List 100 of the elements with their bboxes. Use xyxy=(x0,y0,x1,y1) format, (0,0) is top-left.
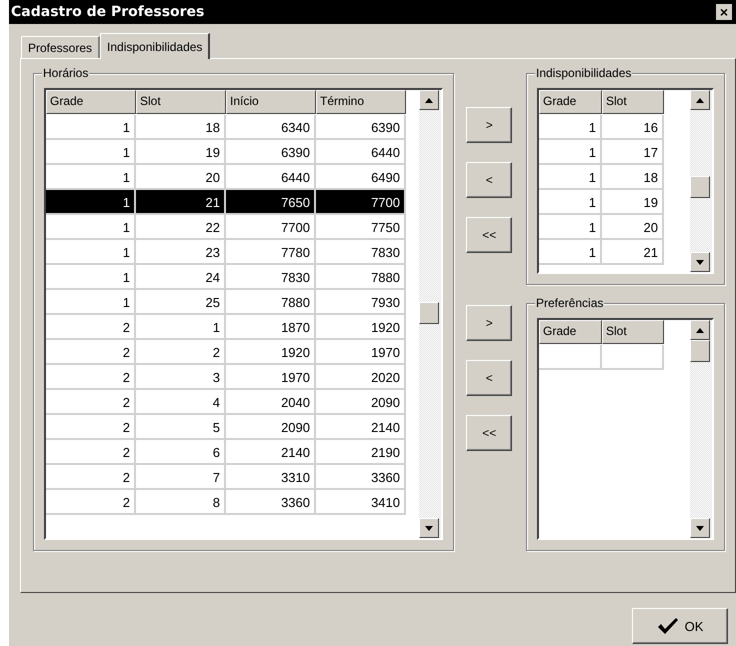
scroll-down-button[interactable] xyxy=(419,518,440,538)
table-cell[interactable]: 1 xyxy=(46,240,136,265)
table-cell[interactable]: 6 xyxy=(136,440,226,465)
table-cell[interactable]: 2 xyxy=(46,340,136,365)
table-cell[interactable]: 6390 xyxy=(226,140,316,165)
table-cell[interactable]: 4 xyxy=(136,390,226,415)
table-cell[interactable]: 16 xyxy=(602,115,664,140)
table-cell[interactable]: 2 xyxy=(46,315,136,340)
table-cell[interactable]: 25 xyxy=(136,290,226,315)
table-cell[interactable]: 5 xyxy=(136,415,226,440)
move-button[interactable]: < xyxy=(466,360,512,396)
table-cell[interactable]: 7830 xyxy=(226,265,316,290)
table-cell[interactable]: 7780 xyxy=(226,240,316,265)
table-cell[interactable]: 7930 xyxy=(316,290,406,315)
table-cell[interactable]: 3310 xyxy=(226,465,316,490)
table-cell[interactable]: 1 xyxy=(46,215,136,240)
move-button[interactable]: << xyxy=(466,415,512,451)
table-cell[interactable]: 1 xyxy=(46,190,136,215)
table-cell[interactable]: 1 xyxy=(539,140,602,165)
table-cell[interactable]: 6390 xyxy=(316,115,406,140)
table-cell[interactable]: 7700 xyxy=(316,190,406,215)
table-cell[interactable]: 2 xyxy=(46,440,136,465)
table-cell[interactable]: 2090 xyxy=(226,415,316,440)
table-cell[interactable]: 1 xyxy=(539,115,602,140)
scroll-down-button[interactable] xyxy=(690,252,710,272)
table-cell[interactable]: 18 xyxy=(602,165,664,190)
tab[interactable]: Indisponibilidades xyxy=(100,33,210,59)
column-header[interactable]: Slot xyxy=(602,90,664,114)
move-button[interactable]: << xyxy=(466,217,512,253)
table-cell[interactable]: 1920 xyxy=(316,315,406,340)
table-cell[interactable]: 7880 xyxy=(226,290,316,315)
column-header[interactable]: Término xyxy=(316,90,406,114)
table-cell[interactable]: 6340 xyxy=(226,115,316,140)
column-header[interactable]: Grade xyxy=(539,90,602,114)
table-cell[interactable]: 1870 xyxy=(226,315,316,340)
table-cell[interactable]: 7700 xyxy=(226,215,316,240)
move-button[interactable]: > xyxy=(466,305,512,341)
table-cell[interactable]: 17 xyxy=(602,140,664,165)
table-cell[interactable]: 2190 xyxy=(316,440,406,465)
column-header[interactable]: Início xyxy=(226,90,316,114)
table-cell[interactable]: 1970 xyxy=(316,340,406,365)
table-cell[interactable]: 2 xyxy=(136,340,226,365)
table-cell[interactable]: 6490 xyxy=(316,165,406,190)
table-cell[interactable]: 1920 xyxy=(226,340,316,365)
scroll-thumb[interactable] xyxy=(690,340,710,362)
table-cell[interactable]: 1 xyxy=(46,265,136,290)
table-cell[interactable]: 1 xyxy=(46,290,136,315)
table-cell[interactable]: 1 xyxy=(539,165,602,190)
table-cell[interactable]: 1 xyxy=(136,315,226,340)
column-header[interactable]: Grade xyxy=(46,90,136,114)
table-cell[interactable]: 7880 xyxy=(316,265,406,290)
ok-button[interactable]: OK xyxy=(632,608,728,644)
table-cell[interactable]: 3410 xyxy=(316,490,406,515)
table-cell[interactable]: 2040 xyxy=(226,390,316,415)
table-cell[interactable]: 6440 xyxy=(226,165,316,190)
table-cell[interactable]: 2 xyxy=(46,365,136,390)
table-cell[interactable]: 2140 xyxy=(316,415,406,440)
table-cell[interactable]: 1 xyxy=(46,140,136,165)
table-cell[interactable]: 19 xyxy=(602,190,664,215)
table-cell[interactable]: 2020 xyxy=(316,365,406,390)
table-cell[interactable]: 3 xyxy=(136,365,226,390)
table-cell[interactable]: 7750 xyxy=(316,215,406,240)
scrollbar[interactable] xyxy=(690,90,712,272)
table-cell[interactable]: 22 xyxy=(136,215,226,240)
scroll-up-button[interactable] xyxy=(419,90,440,110)
table-cell[interactable]: 2090 xyxy=(316,390,406,415)
table-cell[interactable]: 7830 xyxy=(316,240,406,265)
scroll-thumb[interactable] xyxy=(690,176,710,198)
column-header[interactable]: Grade xyxy=(539,320,602,344)
column-header[interactable]: Slot xyxy=(602,320,664,344)
move-button[interactable]: > xyxy=(466,107,512,143)
tab[interactable]: Professores xyxy=(21,36,100,58)
table-cell[interactable]: 19 xyxy=(136,140,226,165)
scrollbar[interactable] xyxy=(419,90,442,538)
table-cell[interactable]: 7650 xyxy=(226,190,316,215)
table-cell[interactable]: 3360 xyxy=(316,465,406,490)
table-cell[interactable]: 1 xyxy=(539,190,602,215)
table-cell[interactable]: 2 xyxy=(46,415,136,440)
table-cell[interactable]: 2140 xyxy=(226,440,316,465)
table-cell[interactable]: 1970 xyxy=(226,365,316,390)
scroll-thumb[interactable] xyxy=(419,302,440,324)
column-header[interactable]: Slot xyxy=(136,90,226,114)
table-cell[interactable]: 24 xyxy=(136,265,226,290)
table-cell[interactable]: 8 xyxy=(136,490,226,515)
table-cell[interactable]: 18 xyxy=(136,115,226,140)
table-cell[interactable]: 1 xyxy=(46,165,136,190)
table-cell[interactable]: 2 xyxy=(46,390,136,415)
table-cell[interactable]: 7 xyxy=(136,465,226,490)
table-cell[interactable]: 21 xyxy=(602,240,664,265)
scroll-down-button[interactable] xyxy=(690,518,710,538)
scroll-up-button[interactable] xyxy=(690,320,710,340)
table-cell[interactable]: 20 xyxy=(602,215,664,240)
table-cell[interactable]: 1 xyxy=(539,215,602,240)
table-cell[interactable]: 1 xyxy=(539,240,602,265)
table-cell[interactable]: 23 xyxy=(136,240,226,265)
table-cell[interactable]: 1 xyxy=(46,115,136,140)
move-button[interactable]: < xyxy=(466,162,512,198)
table-cell[interactable]: 2 xyxy=(46,490,136,515)
table-cell[interactable]: 6440 xyxy=(316,140,406,165)
table-cell[interactable]: 3360 xyxy=(226,490,316,515)
